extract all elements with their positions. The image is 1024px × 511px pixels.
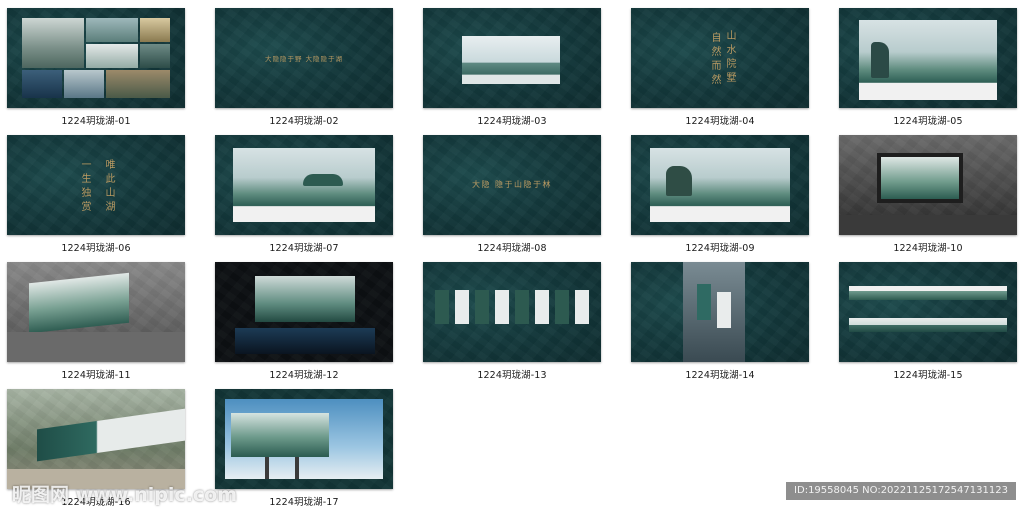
slogan-text: 大隐隐于野 大隐隐于湖 — [264, 55, 344, 63]
file-name: 1224玥珑湖-09 — [685, 243, 755, 254]
thumbnail-10[interactable] — [839, 135, 1017, 235]
construction-hoarding — [37, 408, 185, 462]
vertical-slogan-2: 唯此山湖 — [103, 159, 114, 215]
building-billboard — [29, 272, 129, 334]
file-name: 1224玥珑湖-04 — [685, 116, 755, 127]
poster-image — [859, 20, 997, 100]
file-name: 1224玥珑湖-13 — [477, 370, 547, 381]
file-name: 1224玥珑湖-12 — [269, 370, 339, 381]
sky-photo — [225, 399, 383, 479]
file-name: 1224玥珑湖-02 — [269, 116, 339, 127]
file-name: 1224玥珑湖-05 — [893, 116, 963, 127]
file-name: 1224玥珑湖-08 — [477, 243, 547, 254]
file-name: 1224玥珑湖-14 — [685, 370, 755, 381]
thumbnail-17[interactable] — [215, 389, 393, 489]
thumbnail-14[interactable] — [631, 262, 809, 362]
hoarding-strip-2 — [849, 318, 1007, 332]
banner-6 — [535, 290, 549, 324]
banner-7 — [555, 290, 569, 324]
thumbnail-09[interactable] — [631, 135, 809, 235]
site-watermark: 昵图网 www.nipic.com — [12, 484, 238, 506]
thumbnail-13[interactable] — [423, 262, 601, 362]
vertical-slogan-1: 一生独赏 — [79, 159, 90, 215]
poster-image — [650, 148, 790, 222]
thumbnail-07[interactable] — [215, 135, 393, 235]
image-id-bar: ID:19558045 NO:20221125172547131123 — [786, 482, 1016, 500]
thumbnail-05[interactable] — [839, 8, 1017, 108]
file-name: 1224玥珑湖-01 — [61, 116, 131, 127]
thumbnail-03[interactable] — [423, 8, 601, 108]
thumbnail-15[interactable] — [839, 262, 1017, 362]
vertical-slogan-1: 自然而然 — [709, 32, 720, 88]
slogan-text: 大隐 隐于山隐于林 — [471, 180, 553, 189]
file-name: 1224玥珑湖-03 — [477, 116, 547, 127]
stage-floor — [235, 328, 375, 354]
thumbnail-grid: 1224玥珑湖-01 大隐隐于野 大隐隐于湖 1224玥珑湖-02 1224玥珑… — [0, 0, 1024, 511]
street-photo — [683, 262, 745, 362]
led-screen — [255, 276, 355, 322]
thumbnail-01[interactable] — [7, 8, 185, 108]
file-name: 1224玥珑湖-17 — [269, 497, 339, 508]
banner-4 — [495, 290, 509, 324]
thumbnail-12[interactable] — [215, 262, 393, 362]
billboard-frame — [877, 153, 963, 203]
file-name: 1224玥珑湖-06 — [61, 243, 131, 254]
thumbnail-04[interactable]: 自然而然 山水院墅 — [631, 8, 809, 108]
thumbnail-08[interactable]: 大隐 隐于山隐于林 — [423, 135, 601, 235]
banner-1 — [435, 290, 449, 324]
file-name: 1224玥珑湖-15 — [893, 370, 963, 381]
banner-5 — [515, 290, 529, 324]
poster-image — [233, 148, 375, 222]
thumbnail-02[interactable]: 大隐隐于野 大隐隐于湖 — [215, 8, 393, 108]
banner-2 — [455, 290, 469, 324]
street — [839, 215, 1017, 235]
building-base — [7, 332, 185, 362]
image-collage — [22, 18, 170, 98]
hoarding-strip-1 — [849, 286, 1007, 300]
thumbnail-16[interactable] — [7, 389, 185, 489]
banner-8 — [575, 290, 589, 324]
file-name: 1224玥珑湖-11 — [61, 370, 131, 381]
thumbnail-06[interactable]: 一生独赏 唯此山湖 — [7, 135, 185, 235]
thumbnail-11[interactable] — [7, 262, 185, 362]
file-name: 1224玥珑湖-07 — [269, 243, 339, 254]
lake-photo — [462, 36, 560, 84]
banner-3 — [475, 290, 489, 324]
file-name: 1224玥珑湖-10 — [893, 243, 963, 254]
vertical-slogan-2: 山水院墅 — [724, 30, 735, 86]
